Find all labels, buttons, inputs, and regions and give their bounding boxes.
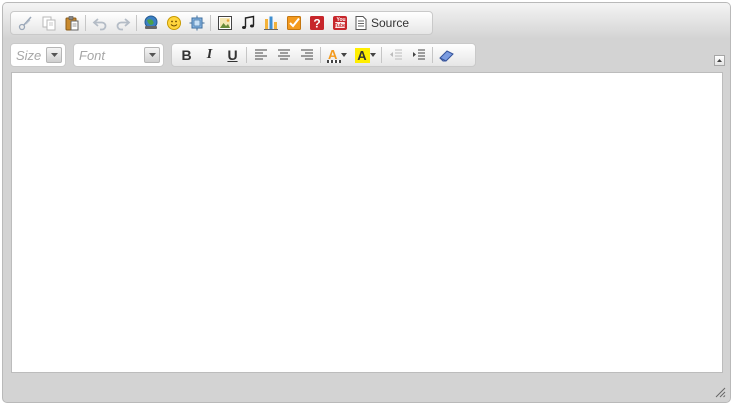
resize-handle-icon[interactable] [714, 386, 726, 398]
image-button[interactable] [213, 12, 236, 34]
iframe-icon [189, 15, 204, 31]
toolbar-row-2: B I U A A [171, 43, 476, 67]
help-button[interactable]: ? [305, 12, 328, 34]
underline-button[interactable]: U [221, 44, 244, 66]
toolbar-collapse-button[interactable] [714, 55, 725, 66]
indent-button[interactable] [407, 44, 430, 66]
indent-icon [412, 49, 425, 60]
font-placeholder: Font [79, 47, 106, 63]
eraser-icon [438, 50, 454, 62]
copy-button[interactable] [37, 12, 60, 34]
copy-icon [42, 16, 55, 31]
undo-icon [92, 18, 106, 31]
paste-button[interactable] [60, 12, 83, 34]
chart-button[interactable] [259, 12, 282, 34]
rich-text-editor: ? Tube You Source Size Font B I U A A [2, 2, 731, 403]
align-right-icon [300, 49, 313, 60]
align-right-button[interactable] [295, 44, 318, 66]
chevron-down-icon[interactable] [46, 47, 62, 63]
smiley-icon [166, 16, 181, 30]
toolbar-separator [246, 47, 247, 63]
link-icon [144, 15, 157, 29]
toolbar-separator [432, 47, 433, 63]
toolbar-separator [381, 47, 382, 63]
outdent-button[interactable] [384, 44, 407, 66]
question-icon: ? [309, 16, 324, 31]
chart-icon [263, 16, 278, 30]
text-color-button[interactable]: A [323, 44, 351, 66]
align-left-icon [254, 49, 267, 60]
italic-button[interactable]: I [198, 44, 221, 66]
align-left-button[interactable] [249, 44, 272, 66]
bold-label: B [181, 47, 192, 63]
size-placeholder: Size [16, 47, 42, 63]
iframe-button[interactable] [185, 12, 208, 34]
source-label: Source [371, 16, 410, 30]
outdent-icon [389, 49, 402, 60]
toolbar-separator [210, 15, 211, 31]
source-button[interactable]: Source [351, 12, 413, 34]
remove-format-button[interactable] [435, 44, 458, 66]
toolbar-separator [320, 47, 321, 63]
youtube-button[interactable]: Tube You [328, 12, 351, 34]
redo-icon [116, 18, 130, 31]
checkbox-button[interactable] [282, 12, 305, 34]
smiley-button[interactable] [162, 12, 185, 34]
paste-icon [65, 16, 78, 31]
redo-button[interactable] [111, 12, 134, 34]
svg-text:Tube: Tube [334, 23, 346, 29]
font-dropdown[interactable]: Font [73, 43, 164, 67]
highlight-color-icon: A [354, 47, 370, 63]
checkbox-icon [286, 16, 301, 30]
background-color-button[interactable]: A [351, 44, 379, 66]
youtube-icon: Tube You [332, 16, 347, 30]
toolbar-separator [85, 15, 86, 31]
italic-label: I [206, 47, 213, 62]
chevron-down-icon [369, 53, 376, 57]
svg-text:?: ? [313, 17, 320, 31]
align-center-icon [277, 49, 290, 60]
chevron-down-icon[interactable] [144, 47, 160, 63]
chevron-down-icon [341, 53, 347, 57]
toolbar-row-1: ? Tube You Source [10, 11, 433, 35]
cut-button[interactable] [14, 12, 37, 34]
source-icon [355, 16, 367, 30]
text-color-icon: A [327, 47, 341, 63]
undo-button[interactable] [88, 12, 111, 34]
underline-label: U [227, 47, 238, 63]
music-note-icon [241, 15, 254, 29]
size-dropdown[interactable]: Size [10, 43, 66, 67]
editor-content-area[interactable] [11, 72, 723, 373]
toolbar-separator [136, 15, 137, 31]
image-icon [217, 16, 232, 30]
align-center-button[interactable] [272, 44, 295, 66]
svg-text:You: You [336, 17, 345, 23]
audio-button[interactable] [236, 12, 259, 34]
scissors-icon [18, 16, 32, 31]
triangle-up-icon [717, 59, 722, 62]
bold-button[interactable]: B [175, 44, 198, 66]
link-button[interactable] [139, 12, 162, 34]
